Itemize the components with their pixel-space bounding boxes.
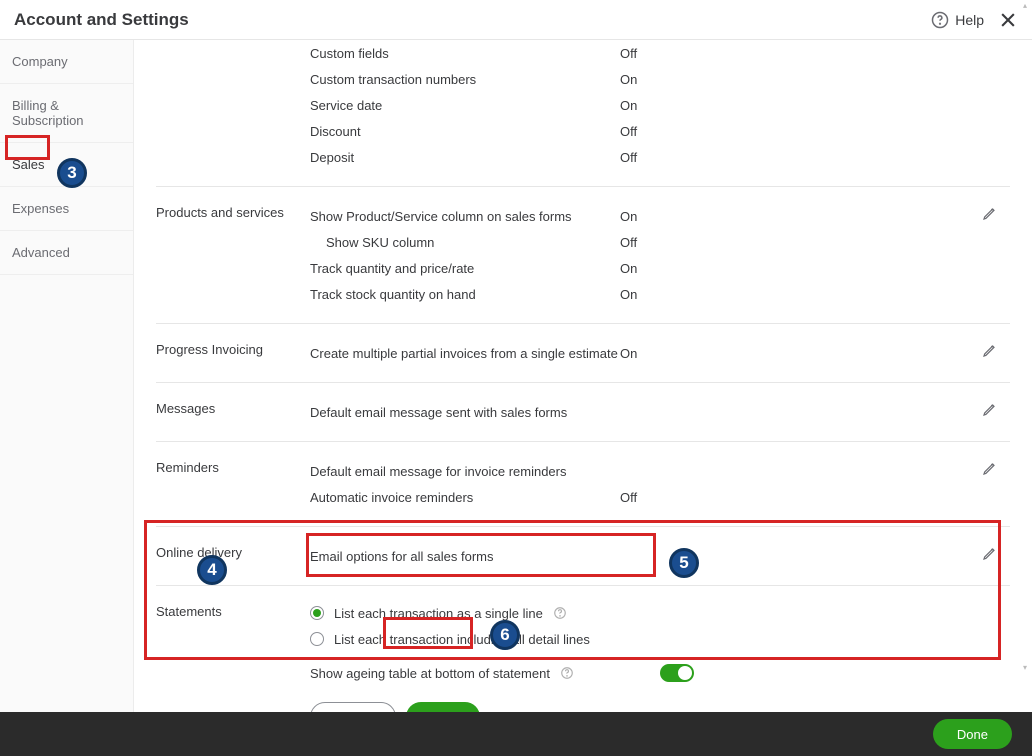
row-value: On: [620, 209, 637, 224]
pencil-icon[interactable]: [982, 460, 998, 476]
row-label: Track stock quantity on hand: [310, 287, 620, 302]
section-heading: Reminders: [156, 458, 310, 510]
row-value: Off: [620, 150, 637, 165]
save-button[interactable]: Save: [406, 702, 480, 712]
section-heading: Products and services: [156, 203, 310, 307]
scrollbar[interactable]: ▴ ▾: [1020, 0, 1030, 672]
info-icon[interactable]: [560, 666, 574, 680]
sidebar-item-company[interactable]: Company: [0, 40, 133, 84]
radio-label: List each transaction as a single line: [334, 606, 543, 621]
sidebar-item-sales[interactable]: Sales: [0, 143, 133, 187]
section-progress: Progress Invoicing Create multiple parti…: [156, 324, 1010, 383]
modal-footer: Done: [0, 712, 1032, 756]
sidebar-item-billing[interactable]: Billing & Subscription: [0, 84, 133, 143]
row-label: Create multiple partial invoices from a …: [310, 346, 620, 361]
scroll-up-arrow-icon[interactable]: ▴: [1020, 0, 1030, 10]
done-button[interactable]: Done: [933, 719, 1012, 749]
section-statements: Statements List each transaction as a si…: [156, 586, 1010, 712]
sidebar-item-advanced[interactable]: Advanced: [0, 231, 133, 275]
page-title: Account and Settings: [14, 10, 931, 30]
info-icon[interactable]: [553, 606, 567, 620]
section-sales-form-overflow: Custom fieldsOff Custom transaction numb…: [156, 40, 1010, 187]
pencil-icon[interactable]: [982, 205, 998, 221]
content-pane: Custom fieldsOff Custom transaction numb…: [134, 40, 1032, 712]
row-value: Off: [620, 124, 637, 139]
section-messages: Messages Default email message sent with…: [156, 383, 1010, 442]
close-icon[interactable]: [998, 10, 1018, 30]
scroll-down-arrow-icon[interactable]: ▾: [1020, 662, 1030, 672]
row-value: On: [620, 72, 637, 87]
row-label: Show SKU column: [310, 235, 620, 250]
pencil-icon[interactable]: [982, 545, 998, 561]
pencil-icon[interactable]: [982, 401, 998, 417]
radio-label: List each transaction including all deta…: [334, 632, 590, 647]
section-online-delivery: Online delivery Email options for all sa…: [156, 527, 1010, 586]
radio-icon: [310, 606, 324, 620]
help-label: Help: [955, 12, 984, 28]
row-label: Custom fields: [310, 46, 620, 61]
row-label: Show Product/Service column on sales for…: [310, 209, 620, 224]
row-label: Service date: [310, 98, 620, 113]
section-products: Products and services Show Product/Servi…: [156, 187, 1010, 324]
section-heading: Progress Invoicing: [156, 340, 310, 366]
row-value: On: [620, 287, 637, 302]
row-label: Discount: [310, 124, 620, 139]
section-heading: Statements: [156, 602, 310, 712]
row-value: On: [620, 98, 637, 113]
row-label: Automatic invoice reminders: [310, 490, 620, 505]
row-label: Default email message sent with sales fo…: [310, 405, 620, 420]
row-value: On: [620, 261, 637, 276]
row-label: Default email message for invoice remind…: [310, 464, 620, 479]
row-value: Off: [620, 235, 637, 250]
section-reminders: Reminders Default email message for invo…: [156, 442, 1010, 527]
ageing-toggle[interactable]: [660, 664, 694, 682]
statements-option-single-line[interactable]: List each transaction as a single line: [310, 602, 970, 624]
cancel-button[interactable]: Cancel: [310, 702, 396, 712]
section-heading: Online delivery: [156, 543, 310, 569]
pencil-icon[interactable]: [982, 342, 998, 358]
sidebar-item-expenses[interactable]: Expenses: [0, 187, 133, 231]
row-value: Off: [620, 490, 637, 505]
row-label: Track quantity and price/rate: [310, 261, 620, 276]
ageing-label: Show ageing table at bottom of statement: [310, 666, 550, 681]
help-link[interactable]: Help: [931, 11, 984, 29]
row-value: Off: [620, 46, 637, 61]
sidebar: Company Billing & Subscription Sales Exp…: [0, 40, 134, 712]
section-heading: Messages: [156, 399, 310, 425]
row-label: Deposit: [310, 150, 620, 165]
row-value: On: [620, 346, 637, 361]
modal-header: Account and Settings Help: [0, 0, 1032, 40]
help-icon: [931, 11, 949, 29]
radio-icon: [310, 632, 324, 646]
row-label: Custom transaction numbers: [310, 72, 620, 87]
statements-option-detail-lines[interactable]: List each transaction including all deta…: [310, 628, 970, 650]
row-label: Email options for all sales forms: [310, 549, 620, 564]
